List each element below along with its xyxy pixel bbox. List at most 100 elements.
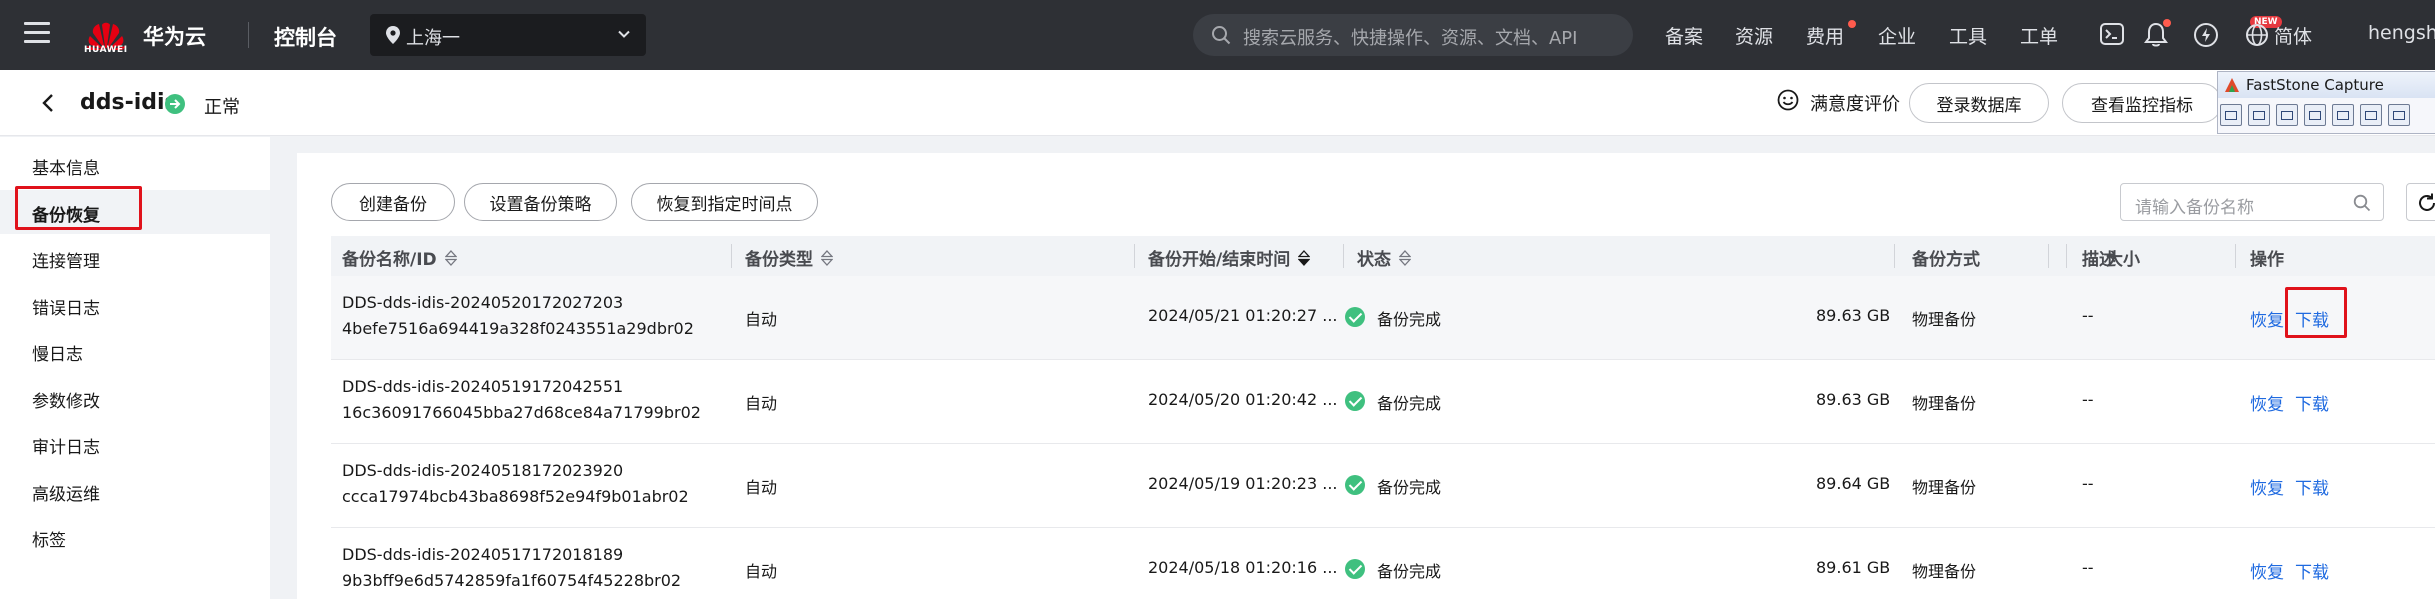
column-header-time[interactable]: 备份开始/结束时间 bbox=[1148, 245, 1311, 270]
view-monitoring-button[interactable]: 查看监控指标 bbox=[2062, 83, 2222, 123]
column-divider bbox=[731, 244, 732, 268]
restore-link[interactable]: 恢复 bbox=[2250, 306, 2284, 331]
download-link[interactable]: 下载 bbox=[2295, 558, 2329, 583]
create-backup-button[interactable]: 创建备份 bbox=[331, 183, 455, 221]
restore-link[interactable]: 恢复 bbox=[2250, 474, 2284, 499]
filter-icon[interactable] bbox=[1399, 250, 1411, 266]
sidebar-item-label: 审计日志 bbox=[32, 438, 100, 458]
capture-object-icon[interactable] bbox=[2248, 104, 2270, 126]
capture-fullscreen-icon[interactable] bbox=[2332, 104, 2354, 126]
table-header: 备份名称/ID 备份类型 备份开始/结束时间 状态 大小 备份方式 描述 操作 bbox=[331, 236, 2435, 276]
nav-enterprise[interactable]: 企业 bbox=[1878, 22, 1916, 49]
column-divider bbox=[1894, 244, 1895, 268]
table-row: DDS-dds-idis-20240519172042551 16c360917… bbox=[331, 360, 2435, 444]
help-icon[interactable] bbox=[2193, 22, 2219, 48]
login-database-button[interactable]: 登录数据库 bbox=[1909, 83, 2049, 123]
backup-time: 2024/05/18 01:20:16 ... bbox=[1148, 558, 1338, 577]
satisfaction-rating-link[interactable]: 满意度评价 bbox=[1810, 90, 1900, 116]
region-selector[interactable]: 上海一 bbox=[370, 14, 646, 56]
table-row: DDS-dds-idis-20240520172027203 4befe7516… bbox=[331, 276, 2435, 360]
sidebar-item-error-log[interactable]: 错误日志 bbox=[0, 283, 270, 327]
faststone-capture-toolbar[interactable]: FastStone Capture bbox=[2217, 71, 2435, 134]
nav-tickets[interactable]: 工单 bbox=[2020, 22, 2058, 49]
faststone-logo-icon bbox=[2225, 78, 2239, 92]
language-selector[interactable]: 简体 bbox=[2274, 22, 2312, 49]
notification-dot bbox=[2163, 19, 2171, 27]
refresh-button[interactable] bbox=[2406, 183, 2435, 221]
sort-icon[interactable] bbox=[444, 250, 457, 266]
success-icon bbox=[1345, 391, 1365, 411]
go-arrow-icon[interactable] bbox=[164, 93, 186, 115]
column-divider bbox=[2048, 244, 2049, 268]
search-placeholder: 搜索云服务、快捷操作、资源、文档、API bbox=[1243, 28, 1578, 49]
capture-rectangle-icon[interactable] bbox=[2276, 104, 2298, 126]
backup-id: 4befe7516a694419a328f0243551a29dbr02 bbox=[342, 319, 694, 338]
sidebar-item-parameters[interactable]: 参数修改 bbox=[0, 376, 270, 420]
backup-name-search-input[interactable]: 请输入备份名称 bbox=[2120, 183, 2384, 221]
sidebar-item-connection-management[interactable]: 连接管理 bbox=[0, 236, 270, 280]
nav-tools[interactable]: 工具 bbox=[1949, 22, 1987, 49]
column-header-label: 备份名称/ID bbox=[342, 250, 437, 270]
faststone-title-bar[interactable]: FastStone Capture bbox=[2218, 72, 2435, 98]
sort-desc-icon[interactable] bbox=[1298, 250, 1311, 266]
backup-time: 2024/05/20 01:20:42 ... bbox=[1148, 390, 1338, 409]
menu-icon[interactable] bbox=[24, 22, 50, 48]
download-link[interactable]: 下载 bbox=[2295, 390, 2329, 415]
sidebar-item-slow-log[interactable]: 慢日志 bbox=[0, 329, 270, 373]
sidebar-item-backup-restore[interactable]: 备份恢复 bbox=[0, 190, 270, 234]
user-account[interactable]: hengshi bbox=[2368, 22, 2435, 44]
capture-scrolling-icon[interactable] bbox=[2360, 104, 2382, 126]
restore-link[interactable]: 恢复 bbox=[2250, 558, 2284, 583]
console-link[interactable]: 控制台 bbox=[274, 22, 337, 52]
backup-name: DDS-dds-idis-20240519172042551 bbox=[342, 377, 624, 396]
smile-icon[interactable] bbox=[1777, 89, 1799, 111]
success-icon bbox=[1345, 559, 1365, 579]
back-arrow-icon[interactable] bbox=[38, 92, 58, 114]
sidebar-item-tags[interactable]: 标签 bbox=[0, 515, 270, 559]
backup-size: 89.63 GB bbox=[1816, 390, 1891, 409]
restore-to-point-button[interactable]: 恢复到指定时间点 bbox=[631, 183, 818, 221]
cloud-shell-icon[interactable] bbox=[2100, 23, 2124, 45]
restore-link[interactable]: 恢复 bbox=[2250, 390, 2284, 415]
capture-window-icon[interactable] bbox=[2220, 104, 2242, 126]
nav-billing[interactable]: 费用 bbox=[1806, 22, 1844, 49]
backup-list-panel: 创建备份 设置备份策略 恢复到指定时间点 请输入备份名称 备份名称/ID 备份类… bbox=[297, 153, 2435, 599]
faststone-title: FastStone Capture bbox=[2246, 76, 2384, 94]
column-divider bbox=[2066, 244, 2067, 268]
notification-dot bbox=[1848, 20, 1856, 28]
sidebar-item-label: 备份恢复 bbox=[32, 206, 100, 226]
brand-name[interactable]: 华为云 bbox=[143, 21, 206, 51]
column-header-type[interactable]: 备份类型 bbox=[745, 245, 833, 270]
backup-description: -- bbox=[2082, 306, 2094, 325]
backup-status: 备份完成 bbox=[1377, 394, 1442, 413]
column-header-name[interactable]: 备份名称/ID bbox=[342, 245, 457, 270]
screen-recorder-icon[interactable] bbox=[2388, 104, 2410, 126]
sidebar-item-label: 参数修改 bbox=[32, 392, 100, 412]
download-link[interactable]: 下载 bbox=[2295, 306, 2329, 331]
sidebar-item-label: 连接管理 bbox=[32, 252, 100, 272]
backup-name: DDS-dds-idis-20240517172018189 bbox=[342, 545, 624, 564]
sort-icon[interactable] bbox=[821, 250, 833, 266]
sidebar-item-audit-log[interactable]: 审计日志 bbox=[0, 422, 270, 466]
globe-icon[interactable] bbox=[2245, 23, 2269, 47]
success-icon bbox=[1345, 307, 1365, 327]
refresh-icon bbox=[2419, 193, 2435, 211]
sidebar-item-label: 标签 bbox=[32, 531, 66, 551]
column-header-status[interactable]: 状态 bbox=[1357, 245, 1411, 270]
backup-status: 备份完成 bbox=[1377, 562, 1442, 581]
backup-time: 2024/05/21 01:20:27 ... bbox=[1148, 306, 1338, 325]
table-row: DDS-dds-idis-20240517172018189 9b3bff9e6… bbox=[331, 528, 2435, 599]
backup-policy-button[interactable]: 设置备份策略 bbox=[464, 183, 617, 221]
sidebar-item-advanced-ops[interactable]: 高级运维 bbox=[0, 469, 270, 513]
nav-filing[interactable]: 备案 bbox=[1665, 22, 1703, 49]
global-search-input[interactable]: 搜索云服务、快捷操作、资源、文档、API bbox=[1193, 14, 1633, 56]
backup-id: 9b3bff9e6d5742859fa1f60754f45228br02 bbox=[342, 571, 682, 590]
sidebar-item-label: 慢日志 bbox=[32, 345, 83, 365]
backup-description: -- bbox=[2082, 390, 2094, 409]
nav-resources[interactable]: 资源 bbox=[1735, 22, 1773, 49]
download-link[interactable]: 下载 bbox=[2295, 474, 2329, 499]
backup-method: 物理备份 bbox=[1912, 478, 1977, 497]
backup-method: 物理备份 bbox=[1912, 310, 1977, 329]
sidebar-item-basic-info[interactable]: 基本信息 bbox=[0, 143, 270, 187]
capture-freehand-icon[interactable] bbox=[2304, 104, 2326, 126]
